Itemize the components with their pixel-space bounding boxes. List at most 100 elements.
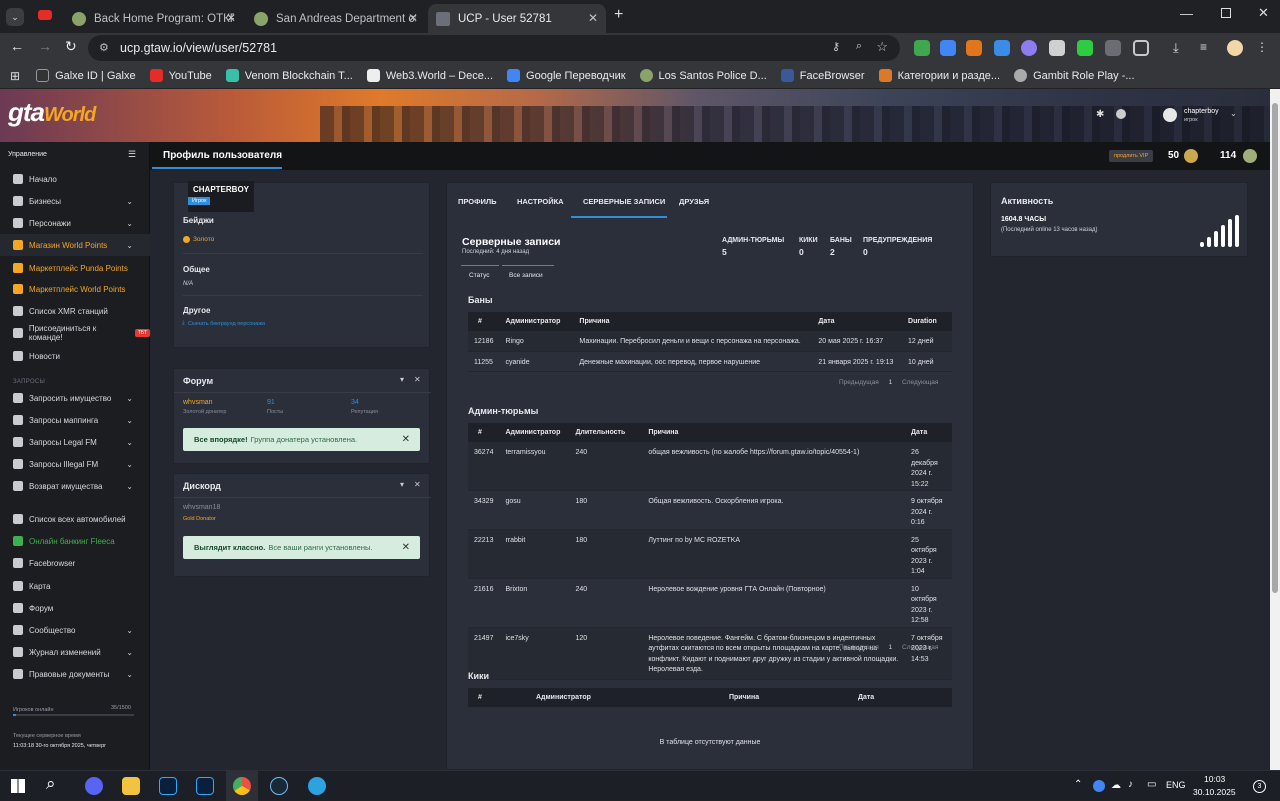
column-header[interactable]: Duration: [902, 312, 952, 331]
star-icon[interactable]: ☆: [876, 39, 888, 55]
reload-button[interactable]: ↻: [65, 38, 77, 55]
forum-user[interactable]: whvsman: [183, 399, 213, 406]
vip-button[interactable]: продлить VIP: [1109, 150, 1154, 162]
sidebar-item[interactable]: Список всех автомобилей: [0, 508, 150, 530]
close-window-button[interactable]: ✕: [1258, 5, 1269, 21]
gtaw-logo[interactable]: gtaWorld: [8, 97, 96, 128]
bookmark-venom[interactable]: Venom Blockchain T...: [225, 69, 353, 82]
sidebar-item[interactable]: Присоединиться к команде! ТБТ: [0, 322, 150, 344]
ai-extension-icon[interactable]: [994, 40, 1010, 56]
language-indicator[interactable]: ENG: [1166, 780, 1186, 790]
tab-sadoc[interactable]: San Andreas Department of Co ✕: [246, 4, 426, 33]
sidebar-item[interactable]: Запросить имущество ⌄: [0, 387, 150, 409]
tab-ucp[interactable]: UCP - User 52781 ✕: [428, 4, 606, 33]
column-header[interactable]: Причина: [723, 688, 852, 707]
speaker-icon[interactable]: ♪: [1128, 779, 1133, 790]
pager-next[interactable]: Следующая: [902, 644, 938, 651]
column-header[interactable]: #: [468, 312, 500, 331]
chevron-down-icon[interactable]: ▾: [400, 375, 404, 384]
bookmark-gambit[interactable]: Gambit Role Play -...: [1014, 69, 1135, 82]
sidebar-item[interactable]: Бизнесы ⌄: [0, 190, 150, 212]
close-icon[interactable]: ✕: [414, 480, 421, 489]
tab-profile[interactable]: ПРОФИЛЬ: [458, 197, 497, 206]
bookmark-google-translate[interactable]: Google Переводчик: [507, 69, 626, 82]
telegram-icon[interactable]: [308, 777, 326, 795]
youtube-tab-icon[interactable]: [38, 10, 52, 20]
forward-button[interactable]: →: [38, 38, 52, 54]
sidebar-item[interactable]: Новости: [0, 345, 150, 367]
new-tab-button[interactable]: +: [614, 6, 623, 24]
clock-time[interactable]: 10:03: [1204, 774, 1225, 784]
bookmark-youtube[interactable]: YouTube: [149, 69, 212, 82]
column-header[interactable]: Дата: [905, 423, 952, 442]
scrollbar-thumb[interactable]: [1272, 103, 1278, 593]
bookmark-web3world[interactable]: Web3.World – Dece...: [366, 69, 493, 82]
sidebar-item[interactable]: Запросы Illegal FM ⌄: [0, 453, 150, 475]
settings-icon[interactable]: ✱: [1096, 109, 1104, 120]
column-header[interactable]: Дата: [812, 312, 903, 331]
tab-search-button[interactable]: ⌄: [6, 8, 24, 26]
menu-icon[interactable]: ⋮: [1256, 40, 1272, 56]
sidebar-item[interactable]: Запросы маппинга ⌄: [0, 409, 150, 431]
column-header[interactable]: Администратор: [530, 688, 723, 707]
windows-start-icon[interactable]: [11, 779, 25, 793]
subtab-all[interactable]: Все записи: [509, 272, 543, 279]
minimize-button[interactable]: —: [1180, 6, 1193, 21]
sidebar-item[interactable]: Facebrowser: [0, 552, 150, 574]
photoshop-icon[interactable]: [159, 777, 177, 795]
game-extension-icon[interactable]: [1077, 40, 1093, 56]
column-header[interactable]: Дата: [852, 688, 952, 707]
bookmark-facebrowser[interactable]: FaceBrowser: [780, 69, 865, 82]
wallet-extension-icon[interactable]: [1021, 40, 1037, 56]
metamask-extension-icon[interactable]: [966, 40, 982, 56]
tray-chrome-icon[interactable]: [1093, 780, 1105, 792]
bell-icon[interactable]: [1116, 109, 1126, 119]
notification-badge[interactable]: 3: [1253, 780, 1266, 793]
puzzle-extension-icon[interactable]: [1105, 40, 1121, 56]
sidebar-item[interactable]: Начало: [0, 168, 150, 190]
bookmark-galxe[interactable]: Galxe ID | Galxe: [36, 69, 136, 82]
sidebar-item[interactable]: Форум: [0, 597, 150, 619]
sidebar-item[interactable]: Маркетплейс Punda Points: [0, 257, 150, 279]
sidebar-item[interactable]: Возврат имущества ⌄: [0, 475, 150, 497]
tray-cloud-icon[interactable]: ☁: [1111, 780, 1121, 791]
bookmark-lspd[interactable]: Los Santos Police D...: [639, 69, 767, 82]
sidebar-item[interactable]: Магазин World Points ⌄: [0, 234, 150, 256]
column-header[interactable]: Причина: [573, 312, 813, 331]
network-icon[interactable]: ▭: [1147, 779, 1156, 790]
bookmark-categories[interactable]: Категории и разде...: [878, 69, 1000, 82]
translate-extension-icon[interactable]: [940, 40, 956, 56]
close-icon[interactable]: ✕: [588, 11, 598, 25]
sidebar-item[interactable]: Правовые документы ⌄: [0, 663, 150, 685]
pager-next[interactable]: Следующая: [902, 379, 938, 386]
photoshop-icon[interactable]: [196, 777, 214, 795]
column-header[interactable]: #: [468, 423, 500, 442]
sidebar-item[interactable]: Карта: [0, 575, 150, 597]
chevron-down-icon[interactable]: ▾: [400, 480, 404, 489]
column-header[interactable]: Причина: [642, 423, 906, 442]
pager-page[interactable]: 1: [889, 644, 893, 651]
tab-settings[interactable]: НАСТРОЙКА: [517, 197, 564, 206]
column-header[interactable]: Длительность: [569, 423, 643, 442]
discord-app-icon[interactable]: [85, 777, 103, 795]
chevron-down-icon[interactable]: ⌄: [1230, 109, 1237, 118]
address-bar[interactable]: ⚙ ucp.gtaw.io/view/user/52781 ⚷ ⌕ ☆: [88, 35, 900, 61]
download-icon[interactable]: ⤓: [1173, 40, 1189, 56]
close-icon[interactable]: ✕: [408, 11, 418, 25]
key-icon[interactable]: ⚷: [832, 40, 840, 53]
sidebar-item[interactable]: Запросы Legal FM ⌄: [0, 431, 150, 453]
pager-prev[interactable]: Предыдущая: [839, 644, 879, 651]
clock-date[interactable]: 30.10.2025: [1193, 787, 1236, 797]
sidebar-item[interactable]: Сообщество ⌄: [0, 619, 150, 641]
tab-friends[interactable]: ДРУЗЬЯ: [679, 197, 709, 206]
profile-avatar[interactable]: [1227, 40, 1243, 56]
restore-button[interactable]: [1221, 8, 1231, 18]
column-header[interactable]: Администратор: [499, 312, 574, 331]
sidebar-toggle-icon[interactable]: ☰: [128, 149, 136, 160]
close-icon[interactable]: ✕: [402, 542, 410, 553]
steam-icon[interactable]: [270, 777, 288, 795]
site-info-icon[interactable]: ⚙: [99, 41, 109, 54]
subtab-status[interactable]: Статус: [469, 272, 490, 279]
user-name[interactable]: chapterboy: [1184, 108, 1219, 115]
column-header[interactable]: #: [468, 688, 530, 707]
